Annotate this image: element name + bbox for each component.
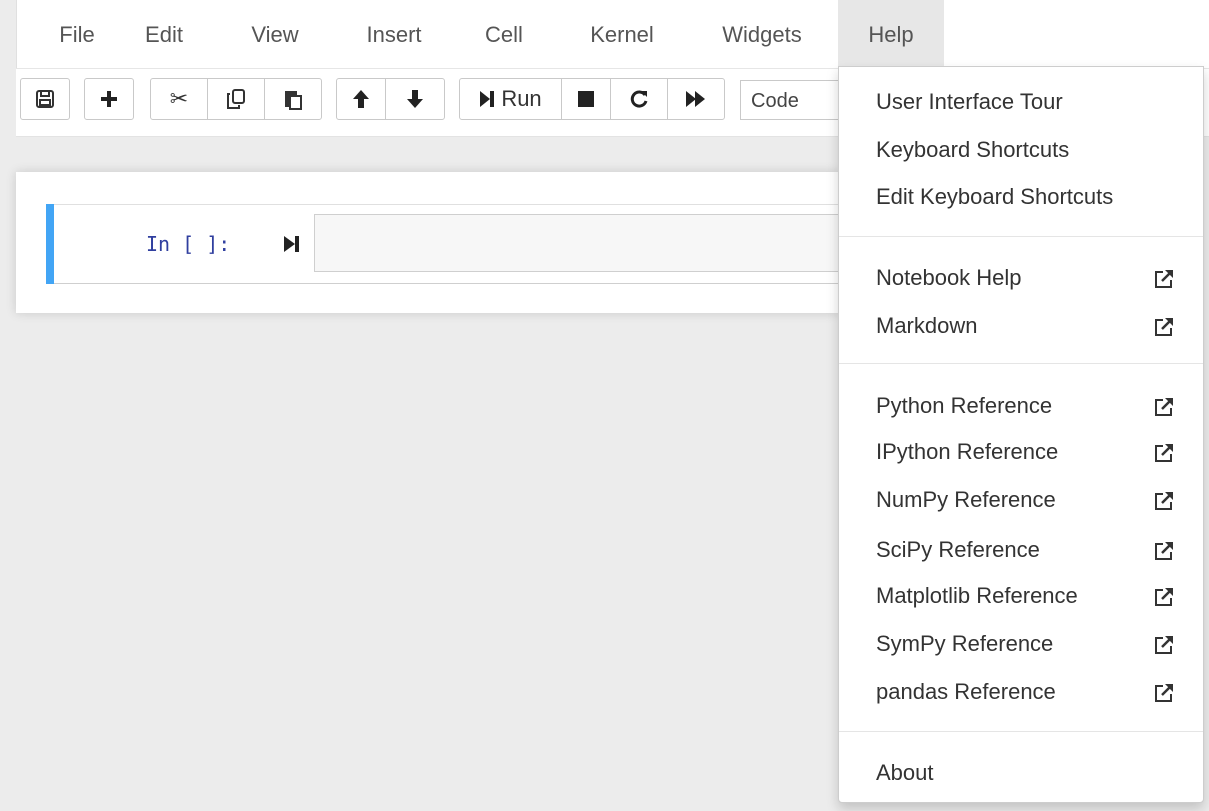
menu-item-notebook-help[interactable]: Notebook Help — [876, 265, 1022, 291]
menu-item-scipy-reference[interactable]: SciPy Reference — [876, 537, 1040, 563]
menu-item-sympy-reference[interactable]: SymPy Reference — [876, 631, 1053, 657]
menu-cell[interactable]: Cell — [470, 0, 538, 69]
menu-view[interactable]: View — [238, 0, 312, 69]
menu-item-keyboard-shortcuts[interactable]: Keyboard Shortcuts — [876, 137, 1069, 163]
menu-divider — [839, 236, 1203, 237]
cell-selection-bar — [46, 204, 54, 284]
run-cell-icon[interactable] — [283, 234, 301, 254]
menu-item-user-interface-tour[interactable]: User Interface Tour — [876, 89, 1063, 115]
menu-item-numpy-reference[interactable]: NumPy Reference — [876, 487, 1056, 513]
external-link-icon — [1155, 588, 1173, 606]
stop-icon — [578, 91, 594, 107]
menu-widgets[interactable]: Widgets — [706, 0, 818, 69]
external-link-icon — [1155, 492, 1173, 510]
run-button[interactable]: Run — [459, 78, 562, 120]
menu-divider — [839, 731, 1203, 732]
cell-border-bottom — [54, 283, 840, 284]
insert-cell-button[interactable] — [84, 78, 134, 120]
arrow-up-icon — [353, 90, 369, 108]
menu-item-markdown[interactable]: Markdown — [876, 313, 977, 339]
input-prompt: In [ ]: — [146, 232, 231, 256]
menu-item-edit-keyboard-shortcuts[interactable]: Edit Keyboard Shortcuts — [876, 184, 1113, 210]
external-link-icon — [1155, 542, 1173, 560]
step-forward-icon — [480, 91, 495, 107]
menu-insert[interactable]: Insert — [348, 0, 440, 69]
external-link-icon — [1155, 636, 1173, 654]
paste-icon — [285, 91, 302, 110]
cut-button[interactable]: ✂ — [150, 78, 208, 120]
plus-icon — [101, 91, 117, 107]
move-down-button[interactable] — [385, 78, 445, 120]
code-cell-input[interactable] — [314, 214, 840, 272]
cell-type-select[interactable]: Code — [740, 80, 840, 120]
cut-icon: ✂ — [169, 86, 189, 111]
external-link-icon — [1155, 318, 1173, 336]
restart-button[interactable] — [610, 78, 668, 120]
external-link-icon — [1155, 684, 1173, 702]
menu-item-ipython-reference[interactable]: IPython Reference — [876, 439, 1058, 465]
run-all-button[interactable] — [667, 78, 725, 120]
menu-item-about[interactable]: About — [876, 760, 934, 786]
menu-divider — [839, 363, 1203, 364]
menu-item-matplotlib-reference[interactable]: Matplotlib Reference — [876, 583, 1078, 609]
paste-button[interactable] — [264, 78, 322, 120]
menu-edit[interactable]: Edit — [134, 0, 194, 69]
fast-forward-icon — [686, 91, 705, 107]
cell-border-top — [54, 204, 840, 205]
interrupt-button[interactable] — [561, 78, 611, 120]
copy-icon — [227, 89, 245, 109]
menu-file[interactable]: File — [45, 0, 109, 69]
menu-help[interactable]: Help — [838, 0, 944, 69]
copy-button[interactable] — [207, 78, 265, 120]
external-link-icon — [1155, 270, 1173, 288]
save-button[interactable] — [20, 78, 70, 120]
run-label: Run — [501, 86, 542, 111]
save-icon — [36, 90, 54, 108]
menu-kernel[interactable]: Kernel — [572, 0, 672, 69]
external-link-icon — [1155, 398, 1173, 416]
arrow-down-icon — [407, 90, 423, 108]
external-link-icon — [1155, 444, 1173, 462]
menu-item-python-reference[interactable]: Python Reference — [876, 393, 1052, 419]
restart-icon — [630, 90, 648, 108]
menu-item-pandas-reference[interactable]: pandas Reference — [876, 679, 1056, 705]
move-up-button[interactable] — [336, 78, 386, 120]
